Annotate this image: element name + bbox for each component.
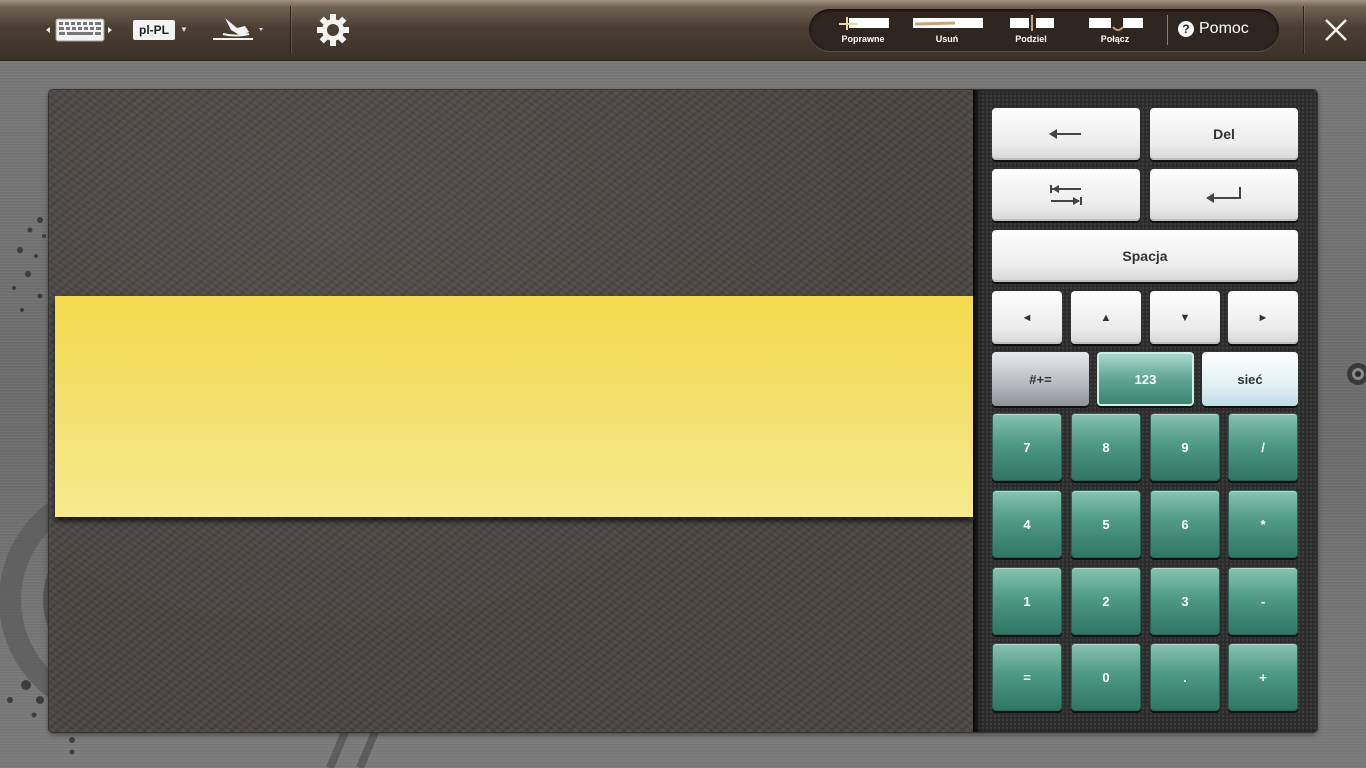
key-dot[interactable]: . [1150,643,1220,711]
key-plus[interactable]: + [1228,643,1298,711]
arrow-right-icon: ► [1257,311,1269,324]
gesture-join[interactable]: Połącz [1083,9,1147,51]
key-8[interactable]: 8 [1071,413,1141,481]
split-gesture-icon [1010,15,1054,31]
arrow-up-button[interactable]: ▲ [1071,291,1141,344]
key-equals[interactable]: = [992,643,1062,711]
backspace-button[interactable] [992,108,1140,160]
gesture-correct-label: Poprawne [841,34,885,44]
key-5[interactable]: 5 [1071,490,1141,558]
symbols-mode-label: #+= [1029,371,1052,387]
key-7[interactable]: 7 [992,413,1062,481]
language-label: pl-PL [133,20,175,40]
key-plus-label: + [1259,669,1267,685]
key-1[interactable]: 1 [992,567,1062,635]
key-0[interactable]: 0 [1071,643,1141,711]
gesture-split[interactable]: Podziel [1003,9,1059,51]
key-0-label: 0 [1102,669,1110,685]
numbers-mode-button[interactable]: 123 [1097,352,1194,406]
key-4[interactable]: 4 [992,490,1062,558]
key-minus[interactable]: - [1228,567,1298,635]
dock-handle-icon[interactable] [1344,358,1366,390]
arrow-up-icon: ▲ [1100,311,1112,324]
arrow-down-button[interactable]: ▼ [1150,291,1220,344]
pill-divider [1167,15,1168,45]
join-gesture-icon [1089,18,1143,31]
key-9[interactable]: 9 [1150,413,1220,481]
key-6[interactable]: 6 [1150,490,1220,558]
space-button[interactable]: Spacja [992,230,1298,282]
key-3-label: 3 [1181,593,1189,609]
toolbar-divider [290,6,291,54]
numbers-mode-label: 123 [1134,371,1157,387]
arrow-right-button[interactable]: ► [1228,291,1298,344]
key-8-label: 8 [1102,439,1110,455]
key-6-label: 6 [1181,516,1189,532]
writing-pad [49,90,973,732]
enter-icon [1206,187,1241,203]
tab-icon [1050,185,1082,205]
chevron-down-icon: ▼ [180,25,188,35]
input-panel: Del Spacja ◄ ▲ ▼ ► #+= 123 sieć 7 8 9 / … [49,90,1317,732]
enter-button[interactable] [1150,169,1298,221]
gesture-correct[interactable]: Poprawne [827,9,899,51]
key-minus-label: - [1260,593,1266,609]
backspace-arrow-icon [1049,129,1081,139]
gesture-delete[interactable]: Usuń [909,9,985,51]
key-9-label: 9 [1181,439,1189,455]
web-mode-label: sieć [1237,371,1263,387]
key-multiply[interactable]: * [1228,490,1298,558]
arrow-left-icon: ◄ [1021,311,1033,324]
key-2-label: 2 [1102,593,1110,609]
toolbar-divider [1303,6,1304,54]
keypad: Del Spacja ◄ ▲ ▼ ► #+= 123 sieć 7 8 9 / … [973,90,1317,732]
key-1-label: 1 [1023,593,1031,609]
tab-button[interactable] [992,169,1140,221]
close-icon[interactable] [1322,16,1350,44]
key-3[interactable]: 3 [1150,567,1220,635]
key-2[interactable]: 2 [1071,567,1141,635]
delete-gesture-icon [913,18,983,28]
writing-area[interactable] [55,296,973,517]
arrow-down-icon: ▼ [1179,311,1191,324]
web-mode-button[interactable]: sieć [1202,352,1298,406]
language-selector[interactable]: pl-PL ▼ [133,20,188,40]
help-label: Pomoc [1199,20,1249,37]
symbols-mode-button[interactable]: #+= [992,352,1089,406]
key-dot-label: . [1183,669,1187,685]
keyboard-switch-icon[interactable] [46,16,116,44]
gesture-join-label: Połącz [1100,34,1130,44]
top-toolbar: pl-PL ▼ Poprawne Usuń Podziel Połącz ? P… [0,0,1366,61]
key-4-label: 4 [1023,516,1031,532]
correct-gesture-icon [839,17,889,30]
key-equals-label: = [1023,669,1031,685]
key-divide-label: / [1261,439,1265,455]
space-label: Spacja [1122,248,1168,264]
key-divide[interactable]: / [1228,413,1298,481]
gesture-split-label: Podziel [1015,34,1047,44]
key-7-label: 7 [1023,439,1031,455]
gesture-delete-label: Usuń [935,34,959,44]
gear-icon[interactable] [315,12,351,48]
delete-label: Del [1213,126,1235,142]
arrow-left-button[interactable]: ◄ [992,291,1062,344]
handwriting-mode-icon[interactable] [211,14,267,44]
gesture-help-bar: Poprawne Usuń Podziel Połącz ? Pomoc [809,9,1279,51]
key-multiply-label: * [1260,516,1266,532]
delete-button[interactable]: Del [1150,108,1298,160]
help-button[interactable]: ? Pomoc [1178,20,1249,38]
help-icon: ? [1178,21,1194,37]
key-5-label: 5 [1102,516,1110,532]
